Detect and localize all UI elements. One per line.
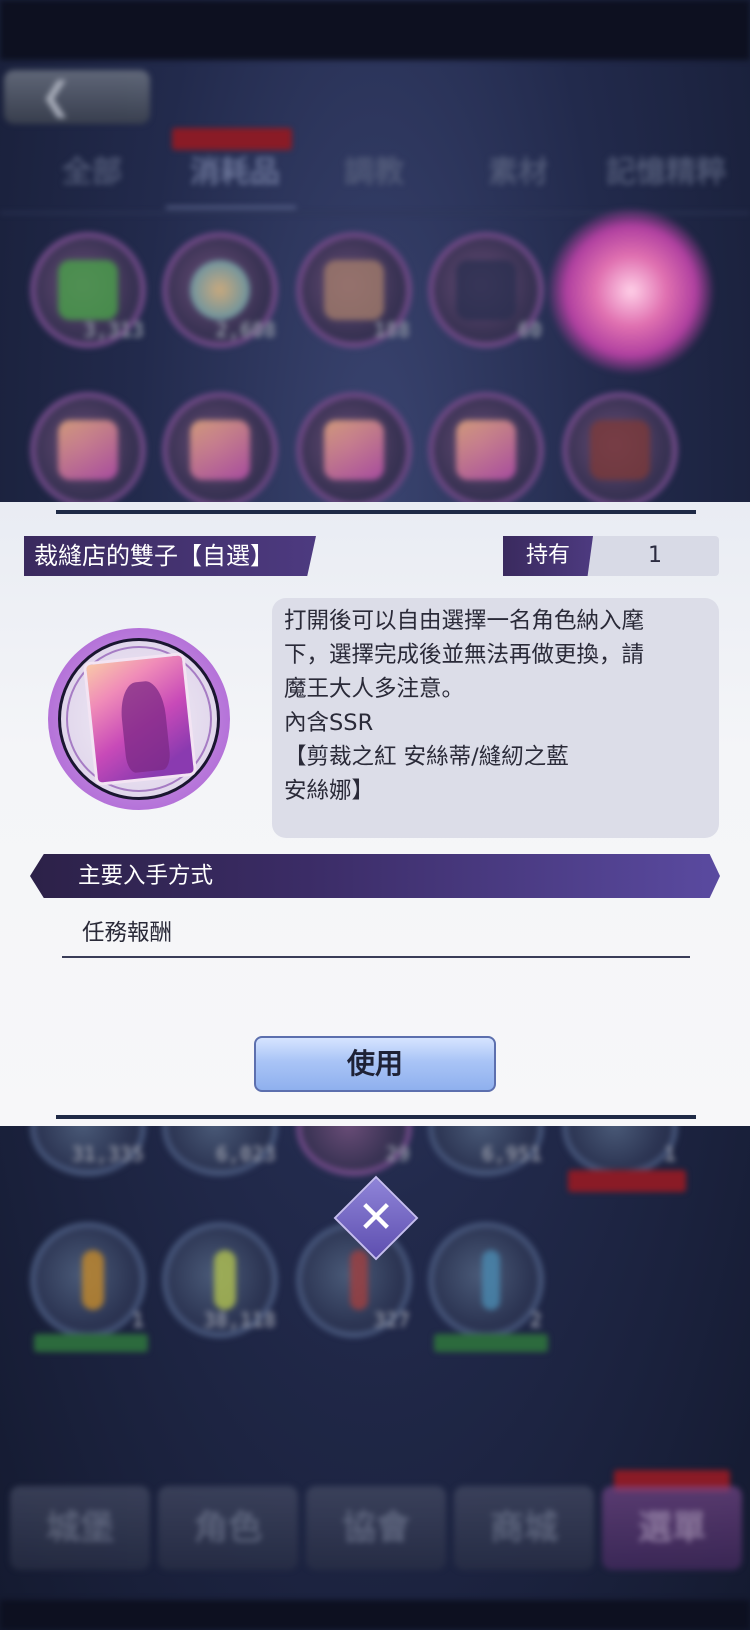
inventory-item[interactable]: 1 [30, 1222, 146, 1338]
inventory-item[interactable]: 2 [428, 1222, 544, 1338]
modal-top-border [56, 510, 696, 514]
inventory-item[interactable] [562, 392, 678, 508]
bottom-navigation: 城堡 角色 協會 商城 選單 [0, 1470, 750, 1588]
inventory-item[interactable]: 188 [296, 232, 412, 348]
inventory-item[interactable]: 60 [428, 232, 544, 348]
inventory-tabs: 全部 消耗品 調教 素材 記憶精粹 [0, 148, 750, 208]
item-description: 打開後可以自由選擇一名角色納入麾 下，選擇完成後並無法再做更換，請 魔王大人多注… [284, 608, 645, 804]
item-count: 2 [529, 1308, 542, 1332]
back-button[interactable]: ❮ [4, 70, 150, 124]
tab-consumables[interactable]: 消耗品 [180, 148, 290, 198]
inventory-item[interactable] [162, 392, 278, 508]
item-count: 188 [373, 318, 410, 342]
item-count: 1 [663, 1142, 676, 1166]
inventory-item[interactable] [296, 392, 412, 508]
item-count: 60 [517, 318, 542, 342]
nav-menu[interactable]: 選單 [602, 1486, 742, 1570]
silhouette-icon [118, 679, 172, 774]
tab-memory-essence[interactable]: 記憶精粹 [596, 148, 736, 198]
source-divider [62, 956, 690, 958]
new-badge [568, 1170, 686, 1192]
equip-badge [434, 1334, 548, 1352]
nav-guild[interactable]: 協會 [306, 1486, 446, 1570]
item-count: 29 [385, 1142, 410, 1166]
source-item: 任務報酬 [82, 920, 173, 946]
close-x-icon[interactable]: ✕ [346, 1188, 406, 1248]
nav-characters[interactable]: 角色 [158, 1486, 298, 1570]
source-section-title: 主要入手方式 [78, 863, 214, 889]
item-count: 3,313 [83, 318, 144, 342]
inventory-item[interactable]: 2,608 [162, 232, 278, 348]
status-bar [0, 0, 750, 60]
inventory-item[interactable]: 3,313 [30, 232, 146, 348]
tab-materials[interactable]: 素材 [478, 148, 558, 198]
tab-training[interactable]: 調教 [334, 148, 414, 198]
item-count: 327 [373, 1308, 410, 1332]
inventory-item[interactable]: 38,118 [162, 1222, 278, 1338]
character-card-icon [86, 655, 194, 783]
use-button[interactable]: 使用 [254, 1036, 496, 1092]
nav-shop[interactable]: 商城 [454, 1486, 594, 1570]
tab-underline [166, 206, 296, 209]
owned-value: 1 [648, 543, 662, 568]
item-count: 1 [131, 1308, 144, 1332]
inventory-item-highlighted[interactable] [548, 208, 714, 374]
item-count: 6,023 [215, 1142, 276, 1166]
item-count: 2,608 [215, 318, 276, 342]
item-count: 31,335 [71, 1142, 144, 1166]
equip-badge [34, 1334, 148, 1352]
inventory-item[interactable] [428, 392, 544, 508]
item-count: 38,118 [203, 1308, 276, 1332]
tab-all[interactable]: 全部 [52, 148, 132, 198]
modal-bottom-border [56, 1115, 696, 1119]
item-count: 6,951 [481, 1142, 542, 1166]
owned-label: 持有 [503, 536, 593, 576]
inventory-item[interactable] [30, 392, 146, 508]
new-badge [172, 128, 292, 150]
bottom-bar [0, 1600, 750, 1630]
item-title: 裁縫店的雙子【自選】 [24, 536, 316, 576]
nav-castle[interactable]: 城堡 [10, 1486, 150, 1570]
chevron-left-icon: ❮ [40, 74, 72, 118]
